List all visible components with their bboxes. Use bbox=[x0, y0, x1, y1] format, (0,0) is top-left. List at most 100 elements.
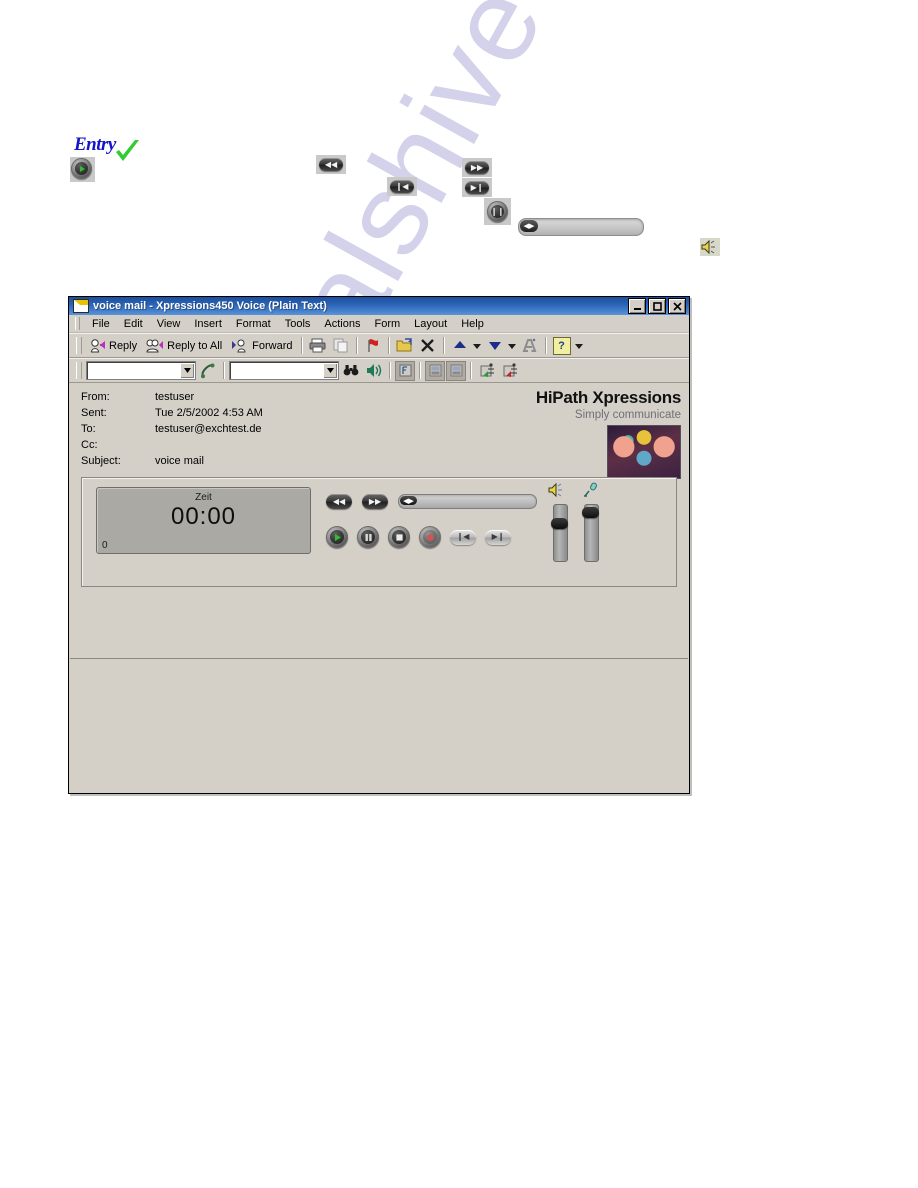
seek-thumb[interactable]: ◀▶ bbox=[400, 496, 417, 505]
menu-item-view[interactable]: View bbox=[151, 317, 187, 331]
forward-button[interactable]: Forward bbox=[227, 336, 296, 356]
chevron-down-icon-2[interactable] bbox=[323, 363, 337, 378]
toolbar-separator-4 bbox=[442, 337, 445, 354]
from-value: testuser bbox=[155, 391, 195, 403]
close-button[interactable] bbox=[668, 298, 686, 314]
fax-page-2-button[interactable] bbox=[446, 360, 466, 381]
annotation-pause-small-chip: ❙◀ bbox=[387, 177, 417, 196]
flag-button[interactable] bbox=[362, 336, 384, 356]
time-label: Zeit bbox=[195, 492, 212, 503]
annotation-seek-slider[interactable]: ◀▶ bbox=[518, 218, 644, 236]
to-label: To: bbox=[81, 423, 96, 435]
message-header: From: testuser Sent: Tue 2/5/2002 4:53 A… bbox=[69, 383, 689, 479]
annotation-seek-thumb[interactable]: ◀▶ bbox=[520, 220, 538, 232]
rewind-icon: ◀◀ bbox=[319, 158, 343, 171]
export-button[interactable] bbox=[499, 361, 521, 381]
toolbar-grip[interactable] bbox=[76, 337, 82, 354]
menu-item-format[interactable]: Format bbox=[230, 317, 277, 331]
pause-button[interactable] bbox=[357, 526, 379, 548]
help-button[interactable]: ? bbox=[551, 336, 573, 356]
play-button[interactable] bbox=[326, 526, 348, 548]
skip-to-start-button[interactable]: ❙◀ bbox=[450, 529, 476, 545]
toolbar-voice bbox=[69, 358, 689, 383]
import-button[interactable] bbox=[476, 361, 498, 381]
maximize-button[interactable] bbox=[648, 298, 666, 314]
record-button[interactable] bbox=[419, 526, 441, 548]
volume-slider-track[interactable] bbox=[553, 504, 568, 562]
menu-item-actions[interactable]: Actions bbox=[318, 317, 366, 331]
stop-button[interactable] bbox=[388, 526, 410, 548]
copy-button bbox=[330, 336, 352, 356]
annotation-strip: Entry ◀◀ ❙◀ ▶▶ ▶❙ ❙❙ ◀▶ bbox=[0, 0, 918, 280]
volume-slider[interactable] bbox=[551, 504, 568, 562]
message-body[interactable] bbox=[70, 658, 688, 792]
fast-forward-button[interactable]: ▶▶ bbox=[362, 494, 388, 509]
menu-item-layout[interactable]: Layout bbox=[408, 317, 453, 331]
previous-item-dropdown[interactable] bbox=[472, 336, 483, 356]
chevron-down-icon[interactable] bbox=[180, 363, 194, 378]
previous-item-button[interactable] bbox=[449, 336, 471, 356]
microphone-slider[interactable] bbox=[582, 504, 599, 562]
move-to-folder-button[interactable] bbox=[394, 336, 416, 356]
microphone-slider-knob[interactable] bbox=[582, 507, 599, 518]
fax-page-button[interactable] bbox=[425, 360, 445, 381]
next-item-button[interactable] bbox=[484, 336, 506, 356]
green-check-icon bbox=[114, 139, 142, 170]
find-button[interactable] bbox=[340, 361, 362, 381]
delete-button[interactable] bbox=[417, 336, 439, 356]
hipath-face-artwork-image bbox=[607, 425, 681, 479]
reply-all-button[interactable]: Reply to All bbox=[142, 336, 226, 356]
toolbar-separator-2 bbox=[355, 337, 358, 354]
phone-handset-button[interactable] bbox=[197, 361, 219, 381]
rewind-button[interactable]: ◀◀ bbox=[326, 494, 352, 509]
time-counter: 0 bbox=[102, 540, 108, 551]
reply-button[interactable]: Reply bbox=[86, 336, 141, 356]
reply-all-label: Reply to All bbox=[167, 339, 223, 352]
speaker-icon bbox=[548, 482, 568, 503]
seek-slider[interactable]: ◀▶ bbox=[398, 494, 537, 509]
entry-play-icon bbox=[70, 157, 95, 182]
toolbar-voice-grip[interactable] bbox=[76, 362, 82, 379]
menu-item-edit[interactable]: Edit bbox=[118, 317, 149, 331]
toolbar-separator-1 bbox=[300, 337, 303, 354]
volume-control bbox=[548, 482, 568, 562]
pause-icon: ❙❙ bbox=[487, 201, 508, 222]
fast-forward-icon: ▶▶ bbox=[465, 161, 489, 174]
volume-slider-knob[interactable] bbox=[551, 518, 568, 529]
menu-item-form[interactable]: Form bbox=[368, 317, 406, 331]
find-contact-button[interactable] bbox=[519, 336, 541, 356]
toolbar-standard: Reply Reply to All Forward ? bbox=[69, 333, 689, 358]
window-controls bbox=[628, 298, 687, 314]
menu-item-tools[interactable]: Tools bbox=[279, 317, 317, 331]
annotation-pause-chip: ❙❙ bbox=[484, 198, 511, 225]
menu-item-file[interactable]: File bbox=[86, 317, 116, 331]
window-titlebar[interactable]: voice mail - Xpressions450 Voice (Plain … bbox=[69, 297, 689, 315]
voice-combo-2[interactable] bbox=[229, 361, 339, 380]
toolbar-voice-separator-2 bbox=[389, 362, 391, 379]
voice-mail-window: voice mail - Xpressions450 Voice (Plain … bbox=[68, 296, 690, 794]
voice-note-button[interactable] bbox=[395, 360, 415, 381]
print-button[interactable] bbox=[307, 336, 329, 356]
brand-tagline: Simply communicate bbox=[574, 409, 681, 421]
menu-item-insert[interactable]: Insert bbox=[188, 317, 228, 331]
minimize-button[interactable] bbox=[628, 298, 646, 314]
next-item-dropdown[interactable] bbox=[507, 336, 518, 356]
envelope-icon bbox=[73, 299, 89, 313]
toolbar-voice-separator-3 bbox=[419, 362, 421, 379]
speaker-button[interactable] bbox=[363, 361, 385, 381]
voice-combo-1[interactable] bbox=[86, 361, 196, 380]
player-bottom-row: ❙◀ ▶❙ bbox=[326, 526, 511, 548]
menu-item-help[interactable]: Help bbox=[455, 317, 490, 331]
skip-to-end-button[interactable]: ▶❙ bbox=[485, 529, 511, 545]
toolbar-separator-3 bbox=[387, 337, 390, 354]
entry-logo: Entry bbox=[70, 134, 142, 182]
help-dropdown[interactable] bbox=[574, 336, 585, 356]
voice-player-panel: Zeit 00:00 0 ◀◀ ▶▶ ◀▶ ❙◀ ▶❙ bbox=[81, 477, 677, 587]
toolbar-voice-separator-4 bbox=[470, 362, 472, 379]
menu-grip[interactable] bbox=[75, 317, 80, 330]
annotation-skipend-chip: ▶❙ bbox=[462, 178, 492, 197]
player-top-row: ◀◀ ▶▶ ◀▶ bbox=[326, 494, 537, 509]
time-value: 00:00 bbox=[170, 503, 237, 530]
brand-title: HiPath Xpressions bbox=[535, 388, 681, 407]
from-label: From: bbox=[81, 391, 110, 403]
